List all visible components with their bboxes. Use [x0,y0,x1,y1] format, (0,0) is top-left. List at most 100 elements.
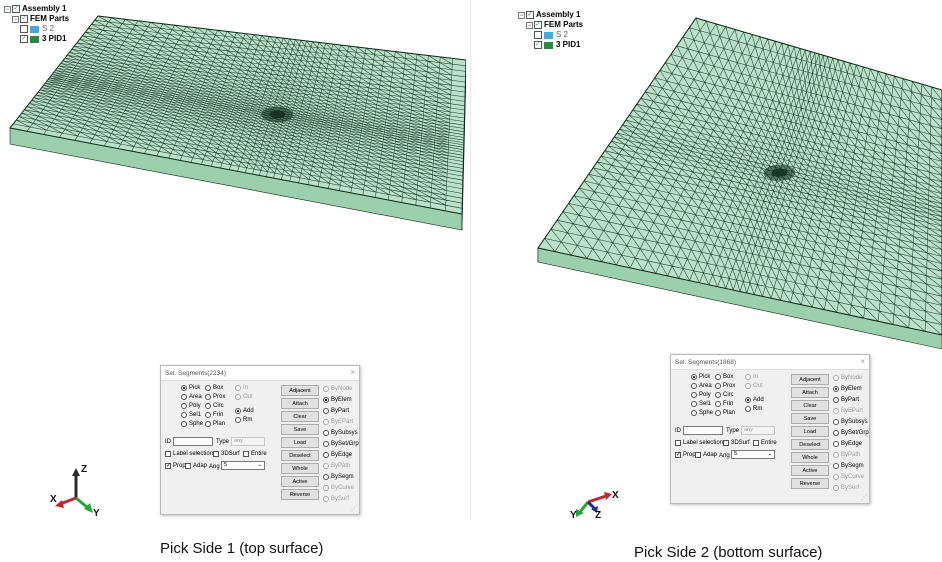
adap-checkbox[interactable]: Adap [695,452,717,458]
radio-out[interactable]: Out [235,394,253,400]
tree-node-part[interactable]: ✓ 3 PID1 [4,34,69,44]
radio-bysegm[interactable]: BySegm [833,463,864,469]
radio-pick[interactable]: Pick [691,374,710,380]
radio-rm[interactable]: Rm [745,406,762,412]
attach-button[interactable]: Attach [791,387,829,398]
checkbox-icon[interactable]: ✓ [534,41,542,49]
clear-button[interactable]: Clear [791,400,829,411]
active-button[interactable]: Active [791,465,829,476]
ang-select[interactable]: 5 ⌄ [221,461,265,470]
radio-byedge[interactable]: ByEdge [323,452,352,458]
collapse-icon[interactable]: − [12,15,19,23]
radio-box[interactable]: Box [205,385,223,391]
radio-in[interactable]: In [745,374,758,380]
tree-node-fem-parts[interactable]: − ✓ FEM Parts [4,14,69,24]
collapse-icon[interactable]: − [4,5,11,13]
tree-node-part[interactable]: S 2 [518,30,583,40]
close-icon[interactable]: × [350,368,355,377]
radio-frin[interactable]: Frin [715,401,733,407]
checkbox-icon[interactable]: ✓ [20,15,28,23]
radio-bycurve[interactable]: ByCurve [833,474,864,480]
radio-add[interactable]: Add [235,408,254,414]
clear-button[interactable]: Clear [281,411,319,422]
radio-bycurve[interactable]: ByCurve [323,485,354,491]
type-select[interactable]: any [741,426,775,435]
radio-bysetgrp[interactable]: BySet/Grp [833,430,869,436]
label-selection-checkbox[interactable]: Label selection [165,451,213,457]
radio-plan[interactable]: Plan [715,410,735,416]
radio-bypart[interactable]: ByPart [323,408,349,414]
radio-box[interactable]: Box [715,374,733,380]
load-button[interactable]: Load [281,437,319,448]
radio-sphe[interactable]: Sphe [691,410,713,416]
radio-sel1[interactable]: Sel1 [691,401,711,407]
radio-prox[interactable]: Prox [205,394,225,400]
save-button[interactable]: Save [791,413,829,424]
tree-node-part[interactable]: S 2 [4,24,69,34]
radio-bypart[interactable]: ByPart [833,397,859,403]
radio-frin[interactable]: Frin [205,412,223,418]
tree-node-fem-parts[interactable]: − ✓ FEM Parts [518,20,583,30]
id-input[interactable] [173,437,213,446]
radio-rm[interactable]: Rm [235,417,252,423]
radio-bysurf[interactable]: BySurf [833,485,859,491]
resize-grip-icon[interactable]: ⋰ [351,505,357,512]
radio-in[interactable]: In [235,385,248,391]
id-input[interactable] [683,426,723,435]
radio-out[interactable]: Out [745,383,763,389]
adjacent-button[interactable]: Adjacent [281,385,319,396]
adjacent-button[interactable]: Adjacent [791,374,829,385]
type-select[interactable]: any [231,437,265,446]
tree-node-assembly[interactable]: − ✓ Assembly 1 [518,10,583,20]
collapse-icon[interactable]: − [526,21,533,29]
radio-bynode[interactable]: ByNode [323,386,352,392]
viewport-left[interactable]: − ✓ Assembly 1 − ✓ FEM Parts S 2 ✓ 3 PID… [0,0,466,520]
adap-checkbox[interactable]: Adap [185,463,207,469]
entire-checkbox[interactable]: Entire [753,440,777,446]
radio-bysurf[interactable]: BySurf [323,496,349,502]
radio-bynode[interactable]: ByNode [833,375,862,381]
radio-poly[interactable]: Poly [691,392,711,398]
save-button[interactable]: Save [281,424,319,435]
radio-pick[interactable]: Pick [181,385,200,391]
radio-sphe[interactable]: Sphe [181,421,203,427]
checkbox-icon[interactable]: ✓ [534,21,542,29]
deselect-button[interactable]: Deselect [791,439,829,450]
collapse-icon[interactable]: − [518,11,525,19]
reverse-button[interactable]: Reverse [791,478,829,489]
radio-bysubsys[interactable]: BySubsys [323,430,358,436]
radio-byepart[interactable]: ByEPart [833,408,863,414]
radio-area[interactable]: Area [181,394,202,400]
radio-area[interactable]: Area [691,383,712,389]
checkbox-icon[interactable]: ✓ [526,11,534,19]
radio-bypath[interactable]: ByPath [833,452,860,458]
radio-circ[interactable]: Circ [715,392,734,398]
checkbox-icon[interactable] [20,25,28,33]
label-selection-checkbox[interactable]: Label selection [675,440,723,446]
radio-bysubsys[interactable]: BySubsys [833,419,868,425]
attach-button[interactable]: Attach [281,398,319,409]
deselect-button[interactable]: Deselect [281,450,319,461]
radio-circ[interactable]: Circ [205,403,224,409]
radio-byedge[interactable]: ByEdge [833,441,862,447]
reverse-button[interactable]: Reverse [281,489,319,500]
viewport-right[interactable]: − ✓ Assembly 1 − ✓ FEM Parts S 2 ✓ 3 PID… [476,0,942,520]
whole-button[interactable]: Whole [791,452,829,463]
radio-bysetgrp[interactable]: BySet/Grp [323,441,359,447]
radio-sel1[interactable]: Sel1 [181,412,201,418]
prop-checkbox[interactable]: ✓ Prop [675,452,696,458]
entire-checkbox[interactable]: Entire [243,451,267,457]
radio-byelem[interactable]: ByElem [323,397,352,403]
prop-checkbox[interactable]: ✓ Prop [165,463,186,469]
whole-button[interactable]: Whole [281,463,319,474]
radio-bypath[interactable]: ByPath [323,463,350,469]
resize-grip-icon[interactable]: ⋰ [861,494,867,501]
load-button[interactable]: Load [791,426,829,437]
radio-byelem[interactable]: ByElem [833,386,862,392]
close-icon[interactable]: × [860,357,865,366]
tree-node-part[interactable]: ✓ 3 PID1 [518,40,583,50]
checkbox-icon[interactable]: ✓ [12,5,20,13]
radio-add[interactable]: Add [745,397,764,403]
active-button[interactable]: Active [281,476,319,487]
radio-plan[interactable]: Plan [205,421,225,427]
